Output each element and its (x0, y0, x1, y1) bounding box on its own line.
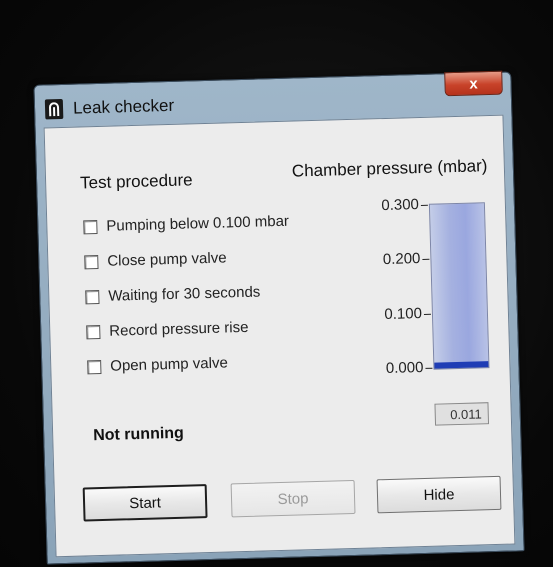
step-checkbox[interactable] (84, 254, 99, 269)
step-checkbox[interactable] (87, 359, 102, 374)
procedure-steps: Pumping below 0.100 mbar Close pump valv… (83, 203, 318, 384)
step-label: Open pump valve (110, 354, 229, 375)
app-icon (44, 98, 64, 120)
screen-background: Leak checker x Test procedure Chamber pr… (0, 0, 553, 567)
tick-mark (423, 313, 431, 315)
step-open-pump-valve: Open pump valve (87, 343, 318, 384)
test-procedure-title: Test procedure (79, 170, 193, 193)
tick-label: 0.200 (382, 250, 421, 269)
close-button[interactable]: x (444, 70, 503, 97)
stop-button[interactable]: Stop (230, 479, 356, 518)
window-content: Test procedure Chamber pressure (mbar) P… (43, 114, 516, 558)
pressure-bar (428, 202, 490, 370)
step-checkbox[interactable] (85, 289, 100, 304)
step-label: Pumping below 0.100 mbar (106, 212, 290, 235)
close-icon: x (469, 74, 478, 93)
pressure-bar-fill (434, 361, 489, 369)
tick-label: 0.000 (385, 358, 424, 378)
hide-button[interactable]: Hide (376, 475, 502, 514)
start-button[interactable]: Start (82, 484, 208, 522)
tick-label: 0.100 (384, 305, 423, 324)
pressure-value-readout: 0.011 (434, 402, 490, 426)
step-label: Close pump valve (107, 249, 227, 270)
window-title: Leak checker (72, 95, 175, 118)
status-text: Not running (92, 424, 185, 445)
tick-mark (425, 367, 433, 369)
leak-checker-window: Leak checker x Test procedure Chamber pr… (33, 70, 525, 565)
step-checkbox[interactable] (83, 219, 98, 234)
chamber-pressure-title: Chamber pressure (mbar) (291, 156, 488, 181)
tick-mark (420, 204, 428, 206)
step-label: Record pressure rise (109, 318, 249, 340)
tick-mark (422, 258, 430, 260)
step-checkbox[interactable] (86, 324, 101, 339)
pressure-gauge: 0.300 0.200 0.100 0.000 (365, 194, 490, 377)
tick-label: 0.300 (381, 196, 420, 215)
step-label: Waiting for 30 seconds (108, 283, 261, 305)
